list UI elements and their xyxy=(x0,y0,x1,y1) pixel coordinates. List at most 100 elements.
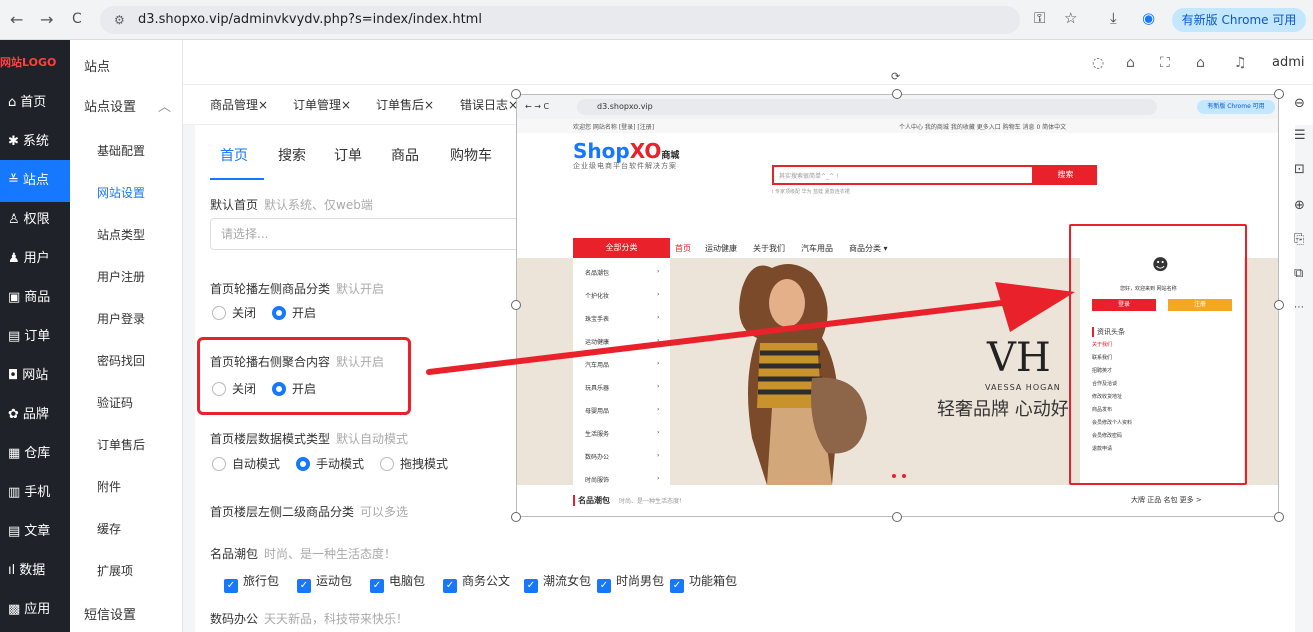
sub-item-8[interactable]: 附件 xyxy=(70,478,183,495)
reload-icon[interactable]: C xyxy=(72,11,82,27)
floor-cat-label: 首页楼层左侧二级商品分类 可以多选 xyxy=(210,505,409,519)
minus-icon[interactable]: ⊖ xyxy=(1294,96,1305,111)
palette-icon[interactable]: ◌ xyxy=(1092,55,1104,71)
user-icon: ♟ xyxy=(8,251,20,266)
sidebar-item-label: 文章 xyxy=(24,524,51,539)
store-icon[interactable]: ⌂ xyxy=(1126,55,1135,71)
category-checkbox[interactable]: ✓ 商务公文 xyxy=(443,572,510,593)
sub-item-6[interactable]: 验证码 xyxy=(70,394,183,411)
fullscreen-icon[interactable]: ⛶ xyxy=(1160,55,1170,71)
sub-item-4[interactable]: 用户登录 xyxy=(70,310,183,327)
sub-item-10[interactable]: 扩展项 xyxy=(70,562,183,579)
left-cat-on-radio[interactable]: 开启 xyxy=(272,304,316,321)
preview-category-item: 名品潮包 xyxy=(585,270,610,277)
key-icon[interactable]: ⚿ xyxy=(1034,9,1045,27)
resize-handle[interactable] xyxy=(1274,512,1284,522)
category-checkbox[interactable]: ✓ 运动包 xyxy=(297,572,352,593)
sidebar-item-2[interactable]: ≚ 站点 xyxy=(0,160,70,202)
admin-user[interactable]: admi xyxy=(1272,55,1305,70)
sidebar-item-13[interactable]: ▩ 应用 xyxy=(0,589,70,631)
category-checkbox[interactable]: ✓ 功能箱包 xyxy=(670,572,737,593)
sidebar-item-11[interactable]: ▤ 文章 xyxy=(0,511,70,553)
floor-mode-manual-radio[interactable]: 手动模式 xyxy=(296,455,364,472)
sub-item-1[interactable]: 网站设置 xyxy=(70,184,183,201)
sub-item-9[interactable]: 缓存 xyxy=(70,520,183,537)
sub-group-site-settings[interactable]: 站点设置 ︿ xyxy=(70,96,183,115)
sub-group-sms[interactable]: 短信设置 xyxy=(70,604,183,623)
category-checkbox[interactable]: ✓ 电脑包 xyxy=(370,572,425,593)
right-agg-off-radio[interactable]: 关闭 xyxy=(212,380,256,397)
preview-update: 有新版 Chrome 可用 xyxy=(1197,100,1275,114)
home-icon[interactable]: ⌂ xyxy=(1196,55,1205,71)
site-logo[interactable]: 网站LOGO xyxy=(0,42,70,84)
download-icon[interactable]: ⤓ xyxy=(1110,9,1117,27)
address-bar[interactable]: ⚙ d3.shopxo.vip/adminvkvydv.php?s=index/… xyxy=(100,6,1020,34)
sidebar-item-4[interactable]: ♟ 用户 xyxy=(0,238,70,280)
star-icon[interactable]: ☆ xyxy=(1064,9,1077,27)
tab-goods[interactable]: 商品管理× xyxy=(210,96,268,113)
sidebar-item-label: 系统 xyxy=(22,134,49,149)
back-icon[interactable]: ← xyxy=(10,10,23,29)
sub-item-3[interactable]: 用户注册 xyxy=(70,268,183,285)
sidebar-item-7[interactable]: ◘ 网站 xyxy=(0,355,70,397)
tab-errorlog[interactable]: 错误日志× xyxy=(460,96,518,113)
tab-aftersale[interactable]: 订单售后× xyxy=(376,96,434,113)
sidebar-item-3[interactable]: ♙ 权限 xyxy=(0,199,70,241)
chrome-update-button[interactable]: 有新版 Chrome 可用 xyxy=(1172,8,1306,32)
sub-item-5[interactable]: 密码找回 xyxy=(70,352,183,369)
sub-item-2[interactable]: 站点类型 xyxy=(70,226,183,243)
left-cat-off-radio[interactable]: 关闭 xyxy=(212,304,256,321)
chevron-up-icon: ︿ xyxy=(158,100,172,115)
sidebar-item-0[interactable]: ⌂ 首页 xyxy=(0,82,70,124)
sub-item-0[interactable]: 基础配置 xyxy=(70,142,183,159)
sidebar-item-6[interactable]: ▤ 订单 xyxy=(0,316,70,358)
home-icon: ⌂ xyxy=(8,95,17,110)
sidebar-item-8[interactable]: ✿ 品牌 xyxy=(0,394,70,436)
content-tab-cart[interactable]: 购物车 xyxy=(450,145,492,165)
content-tab-orders[interactable]: 订单 xyxy=(334,145,362,165)
category-group-bags: 名品潮包 时尚、是一种生活态度！ xyxy=(210,547,397,561)
resize-handle[interactable] xyxy=(1274,300,1284,310)
content-tab-goods[interactable]: 商品 xyxy=(391,145,419,165)
chevron-right-icon: › xyxy=(657,452,660,459)
site-info-icon[interactable]: ⚙ xyxy=(114,6,125,34)
sub-item-7[interactable]: 订单售后 xyxy=(70,436,183,453)
preview-topbar-left: 欢迎您 网站名称 [登录] [注册] xyxy=(573,124,655,131)
right-agg-on-radio[interactable]: 开启 xyxy=(272,380,316,397)
replace-icon[interactable]: ⧉ xyxy=(1294,266,1303,281)
category-checkbox[interactable]: ✓ 时尚男包 xyxy=(597,572,664,593)
default-home-select[interactable]: 请选择... xyxy=(210,218,530,250)
crop-icon[interactable]: ⊡ xyxy=(1294,162,1305,177)
tab-orders[interactable]: 订单管理× xyxy=(293,96,351,113)
category-checkbox[interactable]: ✓ 旅行包 xyxy=(224,572,279,593)
warehouse-icon: ▦ xyxy=(8,446,21,461)
resize-handle[interactable] xyxy=(1274,89,1284,99)
sidebar-item-1[interactable]: ✱ 系统 xyxy=(0,121,70,163)
resize-handle[interactable] xyxy=(892,89,902,99)
zoom-icon[interactable]: ⊕ xyxy=(1294,198,1305,213)
floor-mode-auto-radio[interactable]: 自动模式 xyxy=(212,455,280,472)
sidebar-item-label: 应用 xyxy=(24,602,51,617)
more-icon[interactable]: ⋯ xyxy=(1294,302,1304,313)
content-tab-search[interactable]: 搜索 xyxy=(278,145,306,165)
rotate-icon[interactable]: ⎘ xyxy=(1294,232,1304,247)
align-icon[interactable]: ☰ xyxy=(1294,128,1306,143)
profile-icon[interactable]: ◉ xyxy=(1142,9,1155,27)
sidebar-item-label: 数据 xyxy=(19,563,46,578)
resize-handle[interactable] xyxy=(511,89,521,99)
content-tab-home[interactable]: 首页 xyxy=(220,145,248,165)
bell-icon[interactable]: ♫ xyxy=(1234,55,1247,71)
shopxo-slogan: 企业级电商平台软件解决方案 xyxy=(573,162,677,170)
preview-url: d3.shopxo.vip xyxy=(577,99,1157,115)
category-checkbox[interactable]: ✓ 潮流女包 xyxy=(524,572,591,593)
floor-mode-label: 首页楼层数据模式类型 默认自动模式 xyxy=(210,432,409,446)
sidebar-item-10[interactable]: ▥ 手机 xyxy=(0,472,70,514)
resize-handle[interactable] xyxy=(892,512,902,522)
sidebar-item-5[interactable]: ▣ 商品 xyxy=(0,277,70,319)
sidebar-item-12[interactable]: ıl 数据 xyxy=(0,550,70,592)
rotate-handle-icon[interactable]: ⟳ xyxy=(891,70,900,83)
forward-icon[interactable]: → xyxy=(40,10,53,29)
sidebar-item-9[interactable]: ▦ 仓库 xyxy=(0,433,70,475)
floor-mode-drag-radio[interactable]: 拖拽模式 xyxy=(380,455,448,472)
resize-handle[interactable] xyxy=(511,512,521,522)
